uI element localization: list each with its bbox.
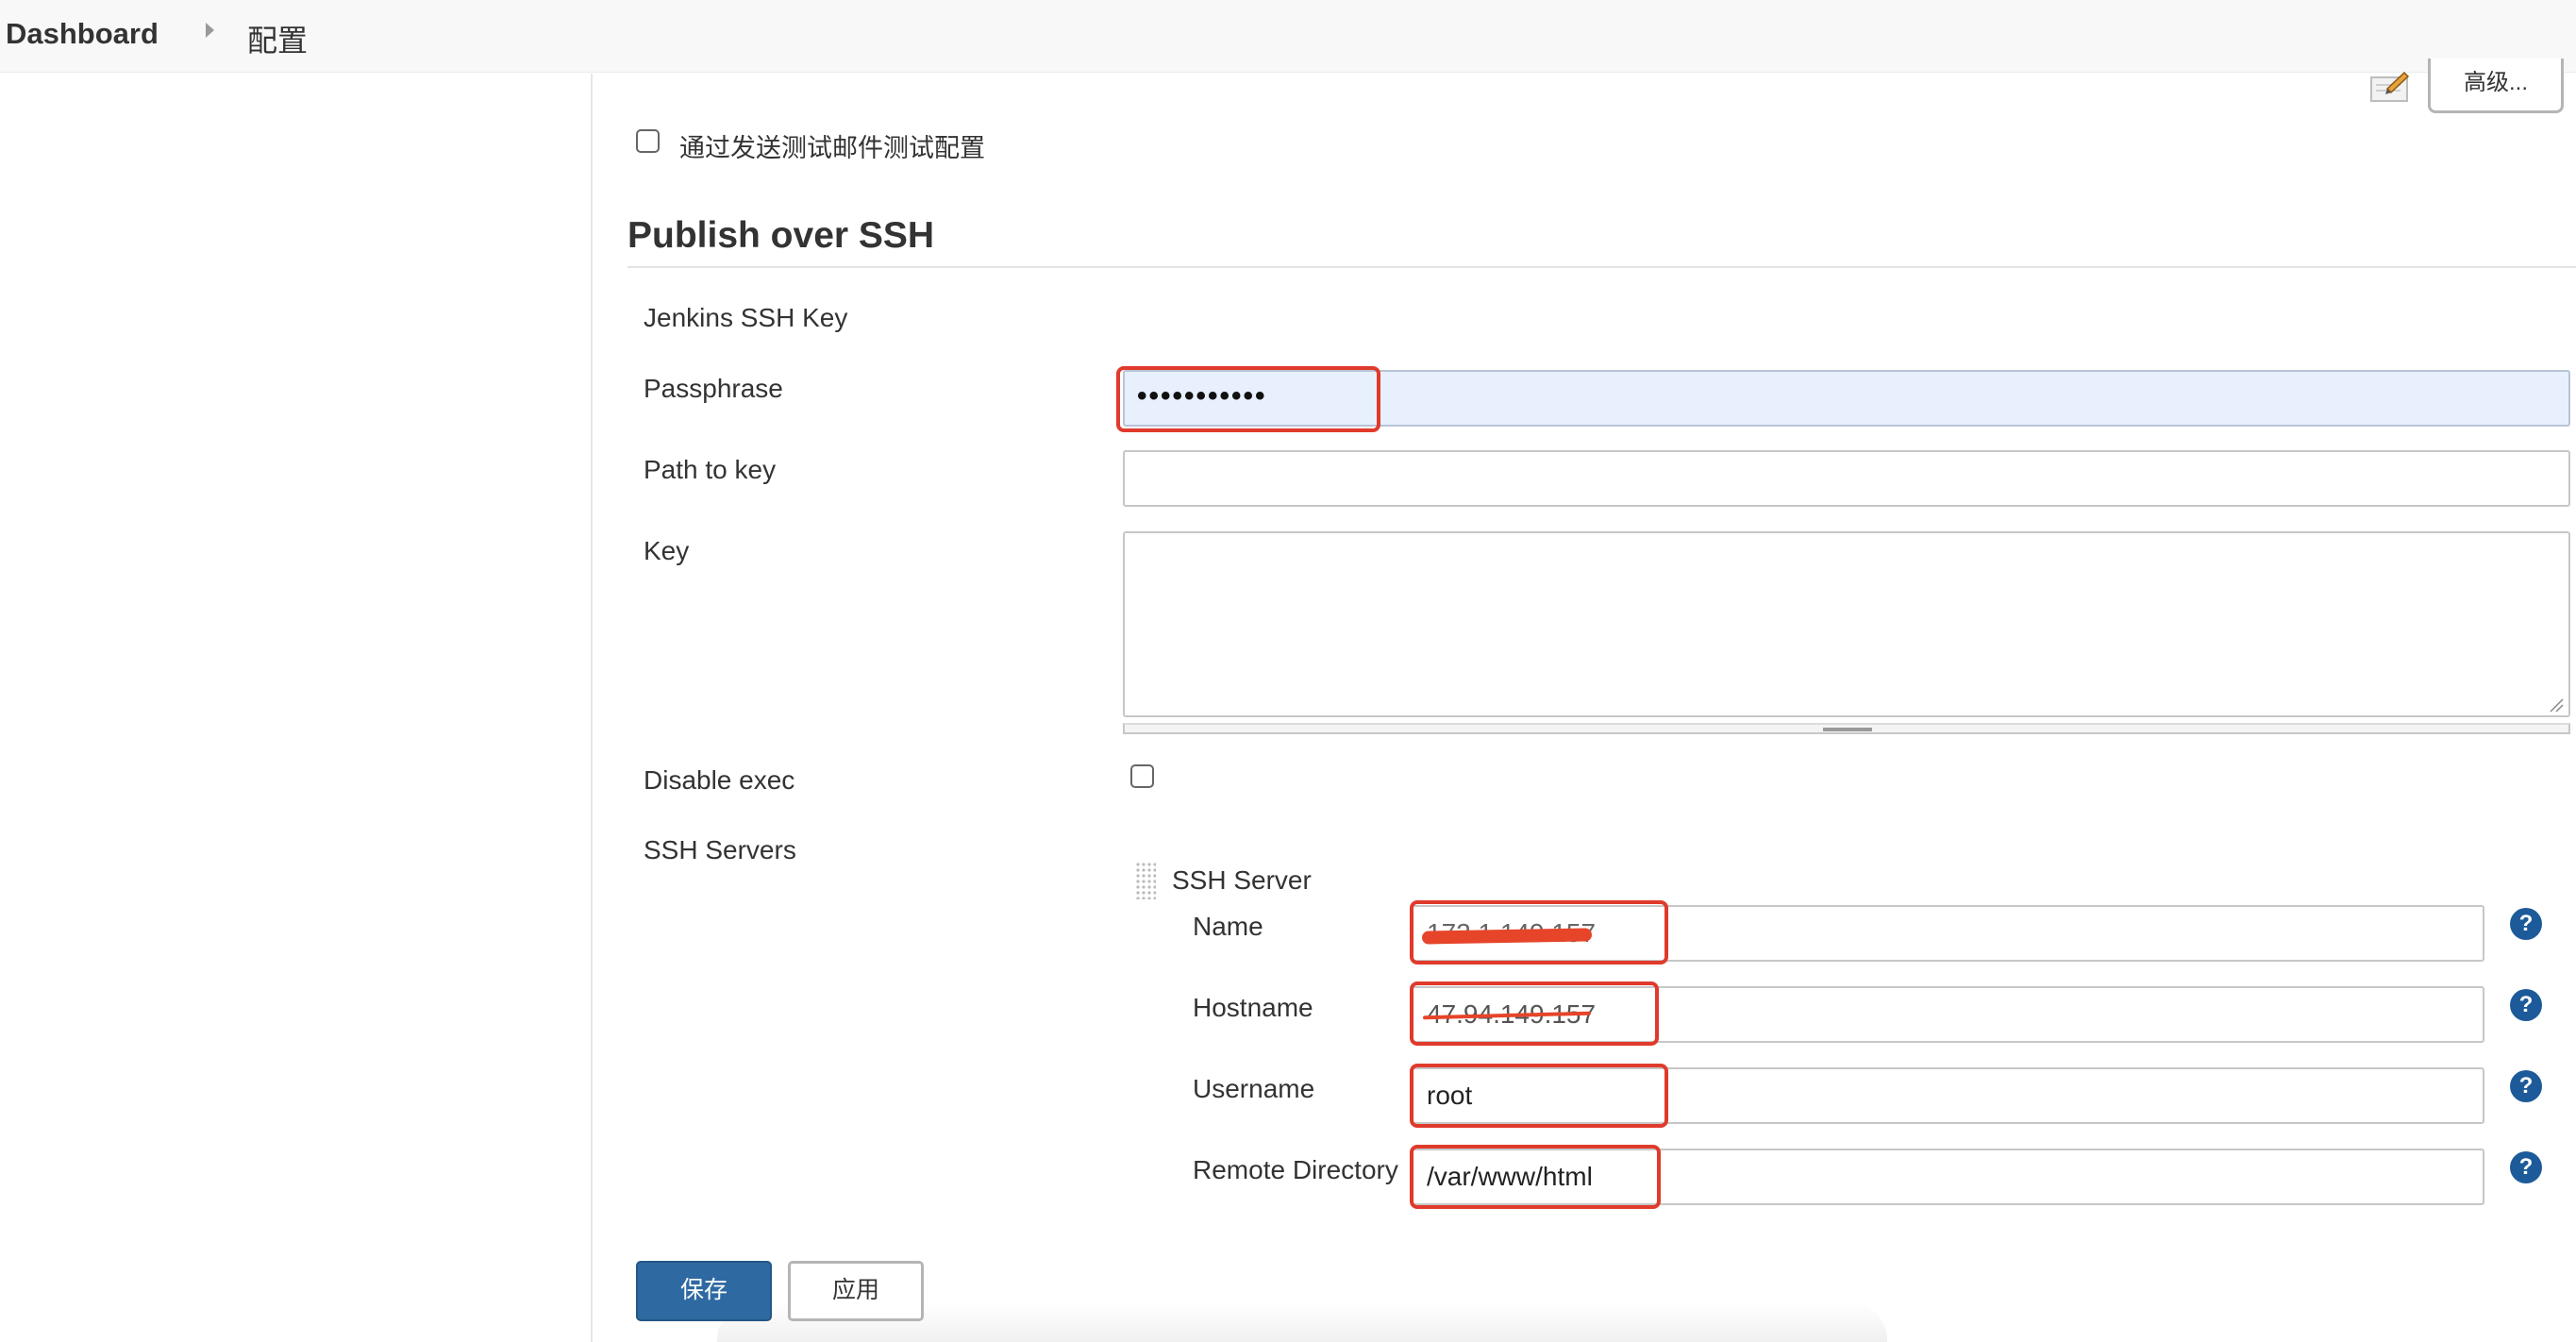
annotation-box-username	[1410, 1064, 1668, 1128]
remote-directory-label: Remote Directory	[1193, 1155, 1398, 1184]
chevron-right-icon	[206, 23, 214, 38]
jenkins-ssh-key-heading: Jenkins SSH Key	[644, 303, 848, 332]
apply-button[interactable]: 应用	[788, 1261, 924, 1321]
help-icon[interactable]: ?	[2510, 989, 2542, 1021]
annotation-box-name	[1410, 900, 1668, 965]
section-title: Publish over SSH	[627, 215, 935, 256]
resize-handle-icon[interactable]	[1823, 728, 1872, 731]
key-textarea[interactable]	[1123, 531, 2570, 717]
resize-grip-icon[interactable]	[2548, 696, 2565, 713]
passphrase-label: Passphrase	[644, 374, 783, 403]
annotation-box-hostname	[1410, 981, 1659, 1046]
annotation-box-passphrase	[1116, 366, 1380, 432]
save-button[interactable]: 保存	[636, 1261, 772, 1321]
help-icon[interactable]: ?	[2510, 1070, 2542, 1102]
help-icon[interactable]: ?	[2510, 1151, 2542, 1183]
help-icon[interactable]: ?	[2510, 908, 2542, 940]
annotation-box-remote-directory	[1410, 1145, 1661, 1209]
test-mail-label: 通过发送测试邮件测试配置	[679, 134, 985, 162]
notepad-icon	[2370, 71, 2410, 102]
test-mail-checkbox[interactable]	[636, 129, 660, 153]
drag-handle-icon[interactable]	[1135, 862, 1156, 899]
key-label: Key	[644, 536, 690, 565]
server-name-label: Name	[1193, 912, 1263, 941]
path-to-key-label: Path to key	[644, 455, 777, 484]
advanced-button[interactable]: 高级...	[2428, 59, 2564, 113]
hostname-label: Hostname	[1193, 993, 1313, 1022]
ssh-servers-label: SSH Servers	[644, 835, 796, 864]
ssh-server-title: SSH Server	[1172, 865, 1312, 895]
username-label: Username	[1193, 1074, 1315, 1103]
breadcrumb-dashboard-link[interactable]: Dashboard	[6, 17, 159, 51]
breadcrumb-current: 配置	[247, 24, 309, 58]
side-panel	[0, 74, 593, 1342]
disable-exec-checkbox[interactable]	[1130, 764, 1154, 788]
breadcrumb	[0, 0, 2576, 73]
disable-exec-label: Disable exec	[644, 765, 795, 795]
section-divider	[627, 266, 2576, 268]
path-to-key-input[interactable]	[1123, 450, 2570, 507]
